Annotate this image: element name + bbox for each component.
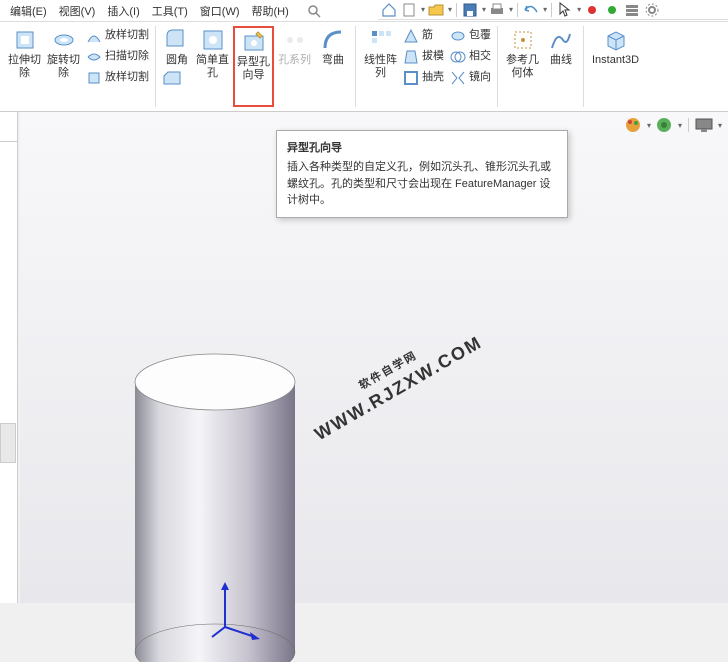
print-icon[interactable] — [488, 2, 506, 18]
select-icon[interactable] — [556, 2, 574, 18]
sweep-cut-button[interactable]: 扫描切除 — [84, 47, 151, 67]
tooltip-body: 插入各种类型的自定义孔，例如沉头孔、锥形沉头孔或螺纹孔。孔的类型和尺寸会出现在 … — [287, 159, 557, 209]
tooltip: 异型孔向导 插入各种类型的自定义孔，例如沉头孔、锥形沉头孔或螺纹孔。孔的类型和尺… — [276, 130, 568, 218]
hole-series-button[interactable]: 孔系列 — [276, 26, 313, 107]
chamfer-icon[interactable] — [162, 70, 182, 86]
menu-window[interactable]: 窗口(W) — [194, 3, 246, 19]
extrude-cut-button[interactable]: 拉伸切 除 — [6, 26, 43, 107]
menu-view[interactable]: 视图(V) — [53, 3, 102, 19]
curves-button[interactable]: 曲线 — [543, 26, 579, 107]
ref-geom-label: 参考几 何体 — [506, 54, 539, 80]
quick-toolbar: ▾ ▾ ▾ ▾ ▾ ▾ — [378, 0, 728, 20]
bend-button[interactable]: 弯曲 — [315, 26, 351, 107]
fillet-label: 圆角 — [166, 54, 188, 67]
appearance-icon[interactable] — [624, 116, 642, 134]
instant3d-label: Instant3D — [592, 54, 639, 67]
hole-wizard-button[interactable]: 异型孔 向导 — [233, 26, 274, 107]
rec-red-icon[interactable] — [583, 2, 601, 18]
options-icon[interactable] — [623, 2, 641, 18]
extrude-cut-label: 拉伸切 除 — [8, 54, 41, 80]
menu-insert[interactable]: 插入(I) — [101, 3, 145, 19]
open-icon[interactable] — [427, 2, 445, 18]
scene-icon[interactable] — [655, 116, 673, 134]
draft-button[interactable]: 拔模 — [401, 47, 446, 67]
hole-series-label: 孔系列 — [278, 54, 311, 67]
intersect-button[interactable]: 相交 — [448, 47, 493, 67]
mirror-button[interactable]: 镜向 — [448, 68, 493, 88]
settings-icon[interactable] — [643, 2, 661, 18]
watermark: 软件自学网 WWW.RJZXW.COM — [303, 317, 488, 447]
boundary-cut-button[interactable]: 放样切割 — [84, 68, 151, 88]
ribbon: 拉伸切 除 旋转切 除 放样切割 扫描切除 放样切割 圆角 简单直 孔 异型孔 … — [0, 22, 728, 112]
undo-icon[interactable] — [522, 2, 540, 18]
rec-green-icon[interactable] — [603, 2, 621, 18]
hole-wizard-label: 异型孔 向导 — [237, 56, 270, 82]
menu-help[interactable]: 帮助(H) — [246, 3, 295, 19]
tooltip-title: 异型孔向导 — [287, 139, 557, 155]
left-sidebar — [0, 112, 18, 603]
linear-pattern-button[interactable]: 线性阵 列 — [362, 26, 399, 107]
menu-tools[interactable]: 工具(T) — [146, 3, 194, 19]
save-icon[interactable] — [461, 2, 479, 18]
instant3d-button[interactable]: Instant3D — [590, 26, 641, 107]
simple-hole-label: 简单直 孔 — [196, 54, 229, 80]
fillet-button[interactable]: 圆角 — [162, 26, 192, 69]
linear-pattern-label: 线性阵 列 — [364, 54, 397, 80]
wrap-button[interactable]: 包覆 — [448, 26, 493, 46]
simple-hole-button[interactable]: 简单直 孔 — [194, 26, 231, 107]
ref-geom-button[interactable]: 参考几 何体 — [504, 26, 541, 107]
origin-triad — [210, 582, 260, 642]
display-icon[interactable] — [695, 118, 713, 132]
revolve-cut-label: 旋转切 除 — [47, 54, 80, 80]
rib-button[interactable]: 筋 — [401, 26, 446, 46]
revolve-cut-button[interactable]: 旋转切 除 — [45, 26, 82, 107]
curves-label: 曲线 — [550, 54, 572, 67]
home-icon[interactable] — [380, 2, 398, 18]
bend-label: 弯曲 — [322, 54, 344, 67]
search-icon[interactable] — [301, 4, 327, 18]
menu-edit[interactable]: 编辑(E) — [4, 3, 53, 19]
new-icon[interactable] — [400, 2, 418, 18]
shell-button[interactable]: 抽壳 — [401, 68, 446, 88]
loft-cut-button[interactable]: 放样切割 — [84, 26, 151, 46]
sidebar-handle[interactable] — [0, 423, 16, 463]
appearance-palette: ▾ ▾ ▾ — [624, 116, 722, 134]
